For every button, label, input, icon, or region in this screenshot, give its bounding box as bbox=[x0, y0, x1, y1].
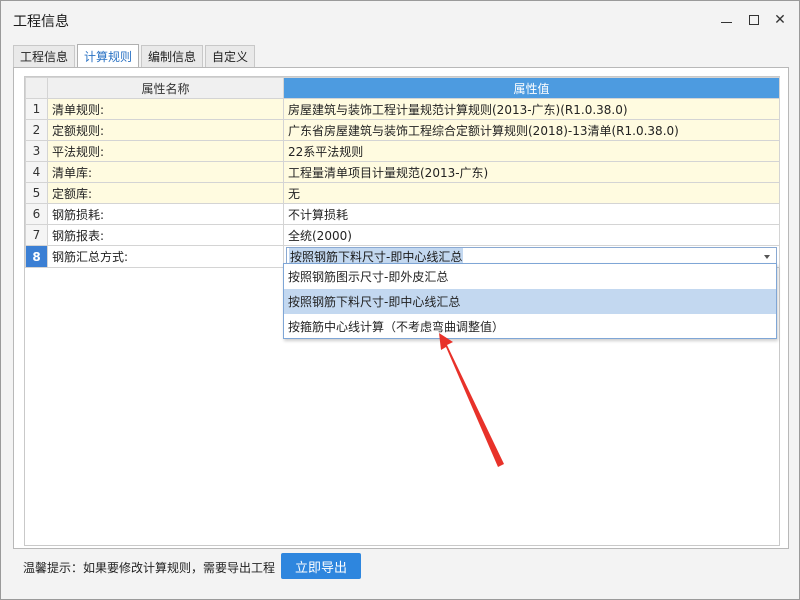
property-name: 钢筋汇总方式: bbox=[47, 245, 284, 268]
property-name: 定额规则: bbox=[47, 119, 284, 141]
close-icon: ✕ bbox=[774, 12, 786, 28]
dialog-title: 工程信息 bbox=[13, 14, 69, 30]
chevron-down-icon[interactable] bbox=[764, 255, 770, 259]
header-property-name: 属性名称 bbox=[47, 77, 284, 99]
tab-custom[interactable]: 自定义 bbox=[205, 45, 256, 67]
table-row[interactable]: 6 钢筋损耗: 不计算损耗 bbox=[25, 203, 780, 225]
tab-calc-rules[interactable]: 计算规则 bbox=[77, 44, 140, 68]
row-index: 1 bbox=[25, 98, 48, 120]
row-index: 3 bbox=[25, 140, 48, 162]
tab-compile-info[interactable]: 编制信息 bbox=[141, 45, 204, 67]
row-index: 2 bbox=[25, 119, 48, 141]
combobox-dropdown-list: 按照钢筋图示尺寸-即外皮汇总 按照钢筋下料尺寸-即中心线汇总 按箍筋中心线计算（… bbox=[283, 263, 777, 339]
table-row[interactable]: 5 定额库: 无 bbox=[25, 182, 780, 204]
property-name: 钢筋损耗: bbox=[47, 203, 284, 225]
header-index bbox=[25, 77, 48, 99]
dropdown-option-center-line[interactable]: 按照钢筋下料尺寸-即中心线汇总 bbox=[284, 289, 776, 314]
header-property-value: 属性值 bbox=[283, 77, 780, 99]
property-value[interactable]: 工程量清单项目计量规范(2013-广东) bbox=[283, 161, 780, 183]
property-name: 钢筋报表: bbox=[47, 224, 284, 246]
export-now-button[interactable]: 立即导出 bbox=[281, 553, 361, 579]
property-name: 平法规则: bbox=[47, 140, 284, 162]
project-info-dialog: 工程信息 ✕ 工程信息 计算规则 编制信息 自定义 属性名称 属性值 1 清单规… bbox=[0, 0, 800, 600]
footer-tip-text: 温馨提示：如果要修改计算规则，需要导出工程 bbox=[23, 561, 276, 575]
header-row: 属性名称 属性值 bbox=[25, 77, 780, 99]
dropdown-option-stirrup-center[interactable]: 按箍筋中心线计算（不考虑弯曲调整值） bbox=[284, 314, 776, 339]
maximize-button[interactable] bbox=[743, 9, 765, 31]
maximize-icon bbox=[749, 15, 759, 25]
property-value[interactable]: 全统(2000) bbox=[283, 224, 780, 246]
property-value[interactable]: 房屋建筑与装饰工程计量规范计算规则(2013-广东)(R1.0.38.0) bbox=[283, 98, 780, 120]
tab-bar: 工程信息 计算规则 编制信息 自定义 bbox=[13, 43, 257, 68]
property-value[interactable]: 广东省房屋建筑与装饰工程综合定额计算规则(2018)-13清单(R1.0.38.… bbox=[283, 119, 780, 141]
table-row[interactable]: 7 钢筋报表: 全统(2000) bbox=[25, 224, 780, 246]
tab-project-info[interactable]: 工程信息 bbox=[13, 45, 76, 67]
dropdown-option-outer-skin[interactable]: 按照钢筋图示尺寸-即外皮汇总 bbox=[284, 264, 776, 289]
property-name: 清单库: bbox=[47, 161, 284, 183]
close-button[interactable]: ✕ bbox=[769, 9, 791, 31]
title-bar: 工程信息 ✕ bbox=[1, 1, 799, 39]
table-row[interactable]: 2 定额规则: 广东省房屋建筑与装饰工程综合定额计算规则(2018)-13清单(… bbox=[25, 119, 780, 141]
table-row[interactable]: 4 清单库: 工程量清单项目计量规范(2013-广东) bbox=[25, 161, 780, 183]
row-index: 4 bbox=[25, 161, 48, 183]
row-index: 6 bbox=[25, 203, 48, 225]
property-table: 属性名称 属性值 1 清单规则: 房屋建筑与装饰工程计量规范计算规则(2013-… bbox=[25, 77, 780, 268]
property-name: 定额库: bbox=[47, 182, 284, 204]
property-value[interactable]: 无 bbox=[283, 182, 780, 204]
property-value[interactable]: 不计算损耗 bbox=[283, 203, 780, 225]
table-row[interactable]: 1 清单规则: 房屋建筑与装饰工程计量规范计算规则(2013-广东)(R1.0.… bbox=[25, 98, 780, 120]
row-index: 5 bbox=[25, 182, 48, 204]
table-row[interactable]: 3 平法规则: 22系平法规则 bbox=[25, 140, 780, 162]
minimize-button[interactable] bbox=[715, 9, 737, 31]
property-name: 清单规则: bbox=[47, 98, 284, 120]
row-index: 7 bbox=[25, 224, 48, 246]
minimize-icon bbox=[720, 21, 732, 23]
property-value[interactable]: 22系平法规则 bbox=[283, 140, 780, 162]
row-index: 8 bbox=[25, 245, 48, 268]
